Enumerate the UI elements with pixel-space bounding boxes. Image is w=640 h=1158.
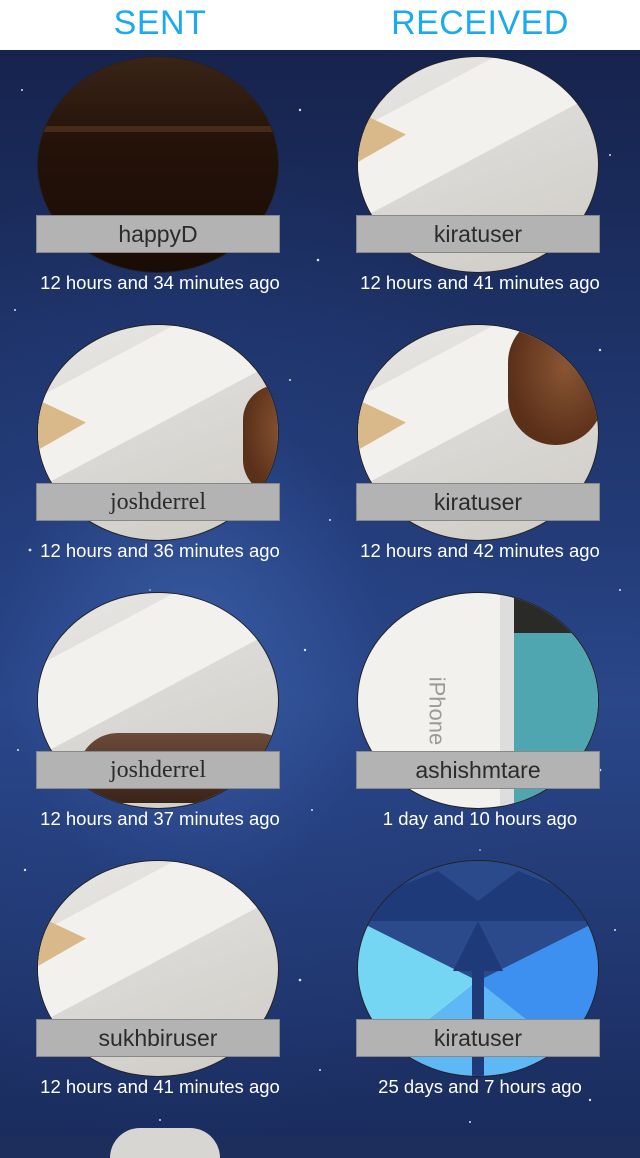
- time-ago: 12 hours and 37 minutes ago: [40, 808, 280, 829]
- sender-name: kiratuser: [356, 1019, 600, 1057]
- sender-name: sukhbiruser: [36, 1019, 280, 1057]
- sent-message-card[interactable]: joshderrel 12 hours and 36 minutes ago: [0, 318, 320, 586]
- sender-name: happyD: [36, 215, 280, 253]
- sent-message-card[interactable]: joshderrel 12 hours and 37 minutes ago: [0, 586, 320, 854]
- sent-message-card[interactable]: happyD 12 hours and 34 minutes ago: [0, 50, 320, 318]
- time-ago: 25 days and 7 hours ago: [378, 1076, 582, 1097]
- time-ago: 12 hours and 41 minutes ago: [40, 1076, 280, 1097]
- tab-received[interactable]: RECEIVED: [320, 0, 640, 50]
- message-photo-partial[interactable]: [110, 1128, 220, 1158]
- tab-sent[interactable]: SENT: [0, 0, 320, 50]
- received-message-card[interactable]: kiratuser 25 days and 7 hours ago: [320, 854, 640, 1122]
- received-message-card[interactable]: iPhone ashishmtare 1 day and 10 hours ag…: [320, 586, 640, 854]
- time-ago: 12 hours and 41 minutes ago: [360, 272, 600, 293]
- time-ago: 12 hours and 42 minutes ago: [360, 540, 600, 561]
- sender-name: kiratuser: [356, 215, 600, 253]
- time-ago: 1 day and 10 hours ago: [382, 808, 578, 829]
- sender-name: kiratuser: [356, 483, 600, 521]
- sent-message-card[interactable]: sukhbiruser 12 hours and 41 minutes ago: [0, 854, 320, 1122]
- sender-name: joshderrel: [36, 483, 280, 521]
- time-ago: 12 hours and 36 minutes ago: [40, 540, 280, 561]
- sender-name: ashishmtare: [356, 751, 600, 789]
- tab-bar: SENT RECEIVED: [0, 0, 640, 50]
- time-ago: 12 hours and 34 minutes ago: [40, 272, 280, 293]
- received-message-card[interactable]: kiratuser 12 hours and 41 minutes ago: [320, 50, 640, 318]
- received-message-card[interactable]: kiratuser 12 hours and 42 minutes ago: [320, 318, 640, 586]
- message-grid[interactable]: happyD 12 hours and 34 minutes ago kirat…: [0, 50, 640, 1158]
- sender-name: joshderrel: [36, 751, 280, 789]
- iphone-box-label: iPhone: [424, 676, 450, 746]
